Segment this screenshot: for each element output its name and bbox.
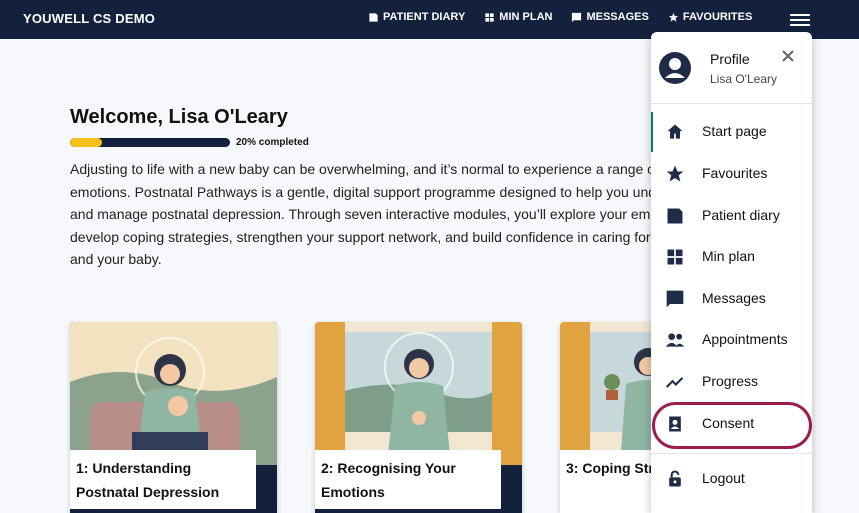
menu-item-label: Start page bbox=[702, 123, 767, 139]
plan-icon bbox=[485, 12, 494, 22]
menu-item-label: Logout bbox=[702, 470, 745, 486]
lock-icon bbox=[665, 469, 685, 489]
menu-item-label: Progress bbox=[702, 373, 759, 389]
people-icon bbox=[665, 330, 685, 350]
account-icon bbox=[659, 52, 691, 84]
menu-item-min-plan[interactable]: Min plan bbox=[651, 237, 812, 277]
intro-text: Adjusting to life with a new baby can be… bbox=[70, 161, 704, 268]
menu-item-messages[interactable]: Messages bbox=[651, 279, 812, 319]
menu-item-logout[interactable]: Logout bbox=[651, 459, 812, 499]
nav-min-plan[interactable]: MIN PLAN bbox=[484, 11, 552, 23]
nav-favourites[interactable]: FAVOURITES bbox=[668, 11, 752, 23]
menu-item-label: Favourites bbox=[702, 165, 768, 181]
progress-bar bbox=[70, 138, 230, 147]
nav-messages[interactable]: MESSAGES bbox=[571, 11, 649, 23]
menu-item-favourites[interactable]: Favourites bbox=[651, 154, 812, 194]
menu-item-label: Appointments bbox=[702, 331, 788, 347]
menu-item-label: Messages bbox=[702, 290, 766, 306]
message-icon bbox=[665, 289, 685, 309]
progress-bar-fill bbox=[70, 138, 102, 147]
menu-item-label: Min plan bbox=[702, 248, 755, 264]
star-icon bbox=[665, 164, 685, 184]
nav-messages-label: MESSAGES bbox=[586, 11, 649, 23]
hamburger-icon[interactable] bbox=[789, 11, 811, 29]
welcome-heading: Welcome, Lisa O'Leary bbox=[70, 106, 288, 128]
module-card-2[interactable]: 2: Recognising Your Emotions bbox=[315, 322, 522, 513]
close-icon[interactable] bbox=[780, 48, 796, 64]
module-1-title: 1: Understanding Postnatal Depression bbox=[70, 450, 256, 509]
profile-title: Profile bbox=[710, 51, 750, 67]
profile-name: Lisa O'Leary bbox=[710, 72, 777, 86]
plan-icon bbox=[665, 247, 685, 267]
module-2-illustration bbox=[315, 322, 522, 465]
nav-favourites-label: FAVOURITES bbox=[682, 11, 753, 23]
star-icon bbox=[668, 12, 678, 22]
menu-item-patient-diary[interactable]: Patient diary bbox=[651, 196, 812, 236]
diary-icon bbox=[369, 12, 378, 22]
menu-item-label: Patient diary bbox=[702, 207, 780, 223]
progress-label: 20% completed bbox=[236, 137, 309, 148]
nav-min-plan-label: MIN PLAN bbox=[499, 11, 553, 23]
user-dropdown-menu: Profile Lisa O'Leary Start page Favourit… bbox=[651, 32, 812, 513]
menu-divider bbox=[651, 453, 812, 454]
module-card-1[interactable]: 1: Understanding Postnatal Depression bbox=[70, 322, 277, 513]
message-icon bbox=[572, 12, 582, 22]
consent-highlight-ring bbox=[652, 402, 812, 449]
nav-patient-diary-label: PATIENT DIARY bbox=[383, 11, 466, 23]
module-1-illustration bbox=[70, 322, 277, 465]
nav-patient-diary[interactable]: PATIENT DIARY bbox=[368, 11, 465, 23]
diary-icon bbox=[665, 206, 685, 226]
module-2-title: 2: Recognising Your Emotions bbox=[315, 450, 501, 509]
brand-title[interactable]: YOUWELL CS DEMO bbox=[23, 11, 155, 26]
trend-icon bbox=[665, 372, 685, 392]
menu-item-appointments[interactable]: Appointments bbox=[651, 320, 812, 360]
menu-item-progress[interactable]: Progress bbox=[651, 362, 812, 402]
profile-header[interactable]: Profile Lisa O'Leary bbox=[651, 32, 812, 104]
top-nav-links: PATIENT DIARY MIN PLAN MESSAGES FAVOURIT… bbox=[368, 11, 752, 23]
home-icon bbox=[665, 122, 685, 142]
menu-item-start-page[interactable]: Start page bbox=[651, 112, 812, 152]
